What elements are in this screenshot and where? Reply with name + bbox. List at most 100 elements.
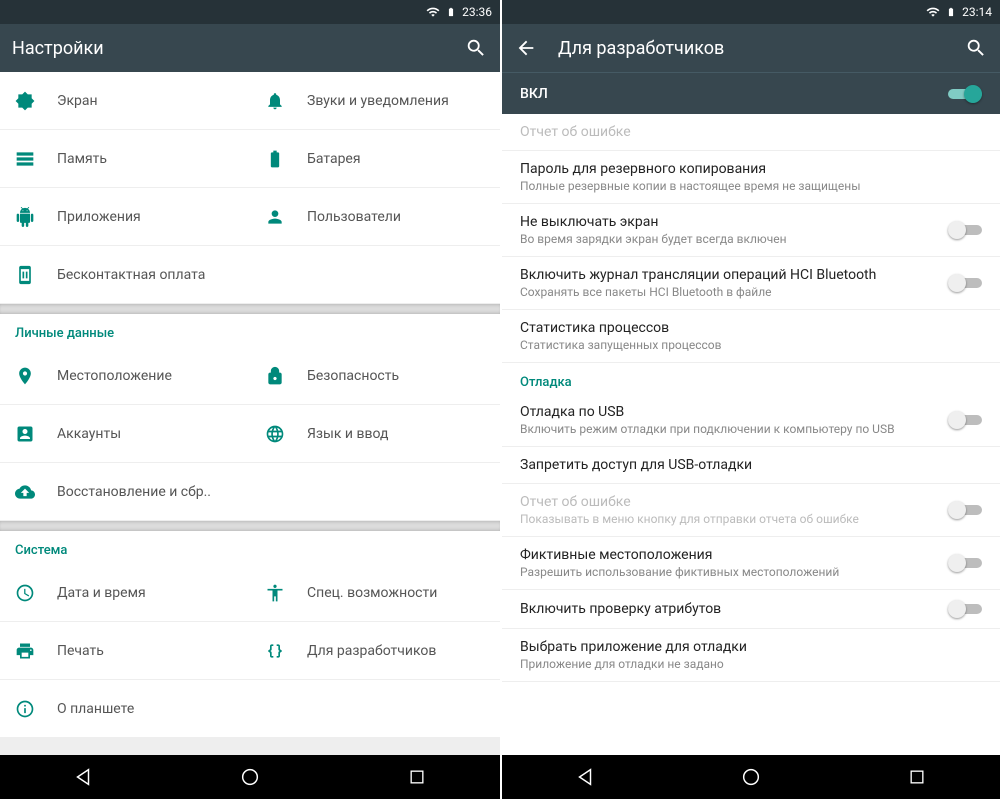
arrow-back-icon	[515, 37, 537, 59]
label: Восстановление и сбр..	[57, 484, 485, 500]
label: Приложения	[57, 209, 235, 225]
nav-bar	[502, 755, 1000, 799]
nav-back[interactable]	[565, 757, 605, 797]
settings-item-backup[interactable]: Восстановление и сбр..	[0, 463, 500, 521]
list-item[interactable]: Запретить доступ для USB-отладки	[502, 447, 1000, 484]
settings-item-accounts[interactable]: Аккаунты	[0, 405, 250, 463]
settings-item-accessibility[interactable]: Спец. возможности	[250, 564, 500, 622]
list-item[interactable]: Фиктивные местоположения Разрешить исполь…	[502, 537, 1000, 590]
nav-recents[interactable]	[397, 757, 437, 797]
master-toggle-row[interactable]: ВКЛ	[502, 72, 1000, 114]
braces-icon	[265, 641, 285, 661]
nav-recents[interactable]	[897, 757, 937, 797]
item-subtitle: Сохранять все пакеты HCI Bluetooth в фай…	[520, 285, 934, 299]
list-item: Отчет об ошибке Показывать в меню кнопку …	[502, 484, 1000, 537]
item-title: Включить журнал трансляции операций HCI …	[520, 267, 934, 283]
label: Язык и ввод	[307, 426, 485, 442]
label: Звуки и уведомления	[307, 93, 485, 109]
account-box-icon	[15, 424, 35, 444]
clock-icon	[15, 583, 35, 603]
back-button[interactable]	[514, 36, 538, 60]
settings-item-nfc[interactable]: Бесконтактная оплата	[0, 246, 500, 304]
nav-bar	[0, 755, 500, 799]
settings-item-sound[interactable]: Звуки и уведомления	[250, 72, 500, 130]
toggle-switch[interactable]	[948, 554, 982, 572]
settings-item-storage[interactable]: Память	[0, 130, 250, 188]
settings-item-users[interactable]: Пользователи	[250, 188, 500, 246]
toggle-switch[interactable]	[948, 411, 982, 429]
label: Дата и время	[57, 585, 235, 601]
category-header: Отладка	[502, 363, 1000, 394]
settings-item-print[interactable]: Печать	[0, 622, 250, 680]
list-item[interactable]: Отладка по USB Включить режим отладки при…	[502, 394, 1000, 447]
toggle-switch[interactable]	[948, 221, 982, 239]
toggle-switch[interactable]	[948, 85, 982, 103]
lock-icon	[265, 366, 285, 386]
label: Местоположение	[57, 368, 235, 384]
status-time: 23:36	[462, 5, 492, 19]
settings-item-apps[interactable]: Приложения	[0, 188, 250, 246]
label: Экран	[57, 93, 235, 109]
item-subtitle: Во время зарядки экран будет всегда вклю…	[520, 232, 934, 246]
settings-item-datetime[interactable]: Дата и время	[0, 564, 250, 622]
label: О планшете	[57, 701, 485, 717]
item-subtitle: Показывать в меню кнопку для отправки от…	[520, 512, 934, 526]
nav-home[interactable]	[731, 757, 771, 797]
battery-icon	[446, 5, 456, 19]
item-subtitle: Приложение для отладки не задано	[520, 657, 982, 671]
toggle-switch[interactable]	[948, 600, 982, 618]
accessibility-icon	[265, 583, 285, 603]
section-header-system: Система	[0, 531, 500, 564]
person-icon	[265, 207, 285, 227]
settings-item-about[interactable]: О планшете	[0, 680, 500, 738]
label: Печать	[57, 643, 235, 659]
toggle-switch[interactable]	[948, 274, 982, 292]
list-item[interactable]: Не выключать экранВо время зарядки экран…	[502, 204, 1000, 257]
app-bar: Для разработчиков	[502, 24, 1000, 72]
storage-icon	[15, 149, 35, 169]
item-subtitle: Полные резервные копии в настоящее время…	[520, 179, 982, 193]
item-title: Статистика процессов	[520, 320, 982, 336]
item-title: Отчет об ошибке	[520, 494, 934, 510]
settings-item-language[interactable]: Язык и ввод	[250, 405, 500, 463]
settings-item-location[interactable]: Местоположение	[0, 347, 250, 405]
search-icon	[465, 37, 487, 59]
search-button[interactable]	[964, 36, 988, 60]
item-title: Пароль для резервного копирования	[520, 161, 982, 177]
page-title: Для разработчиков	[558, 38, 944, 59]
list-item: Отчет об ошибке	[502, 114, 1000, 151]
bell-icon	[265, 91, 285, 111]
app-bar: Настройки	[0, 24, 500, 72]
list-item[interactable]: Статистика процессов Статистика запущенны…	[502, 310, 1000, 363]
settings-item-display[interactable]: Экран	[0, 72, 250, 130]
label: Безопасность	[307, 368, 485, 384]
item-title: Включить проверку атрибутов	[520, 601, 934, 617]
print-icon	[15, 641, 35, 661]
section-divider	[0, 304, 500, 314]
item-title: Отладка по USB	[520, 404, 934, 420]
settings-item-developer[interactable]: Для разработчиков	[250, 622, 500, 680]
wifi-icon	[426, 5, 440, 19]
label: Спец. возможности	[307, 585, 485, 601]
search-button[interactable]	[464, 36, 488, 60]
settings-item-security[interactable]: Безопасность	[250, 347, 500, 405]
list-item[interactable]: Включить проверку атрибутов	[502, 590, 1000, 629]
nav-back[interactable]	[63, 757, 103, 797]
list-item[interactable]: Выбрать приложение для отладкиПриложение…	[502, 629, 1000, 682]
item-subtitle: Разрешить использование фиктивных местоп…	[520, 565, 934, 579]
nav-home[interactable]	[230, 757, 270, 797]
item-title: Фиктивные местоположения	[520, 547, 934, 563]
list-item[interactable]: Пароль для резервного копирования Полные …	[502, 151, 1000, 204]
item-subtitle: Включить режим отладки при подключении к…	[520, 422, 934, 436]
battery-icon	[946, 5, 956, 19]
list-item[interactable]: Включить журнал трансляции операций HCI …	[502, 257, 1000, 310]
settings-item-battery[interactable]: Батарея	[250, 130, 500, 188]
info-icon	[15, 699, 35, 719]
section-divider	[0, 521, 500, 531]
globe-icon	[265, 424, 285, 444]
item-subtitle: Статистика запущенных процессов	[520, 338, 982, 352]
search-icon	[965, 37, 987, 59]
item-title: Отчет об ошибке	[520, 124, 982, 140]
settings-list: Экран Звуки и уведомления Память Батарея…	[0, 72, 500, 755]
display-icon	[15, 91, 35, 111]
